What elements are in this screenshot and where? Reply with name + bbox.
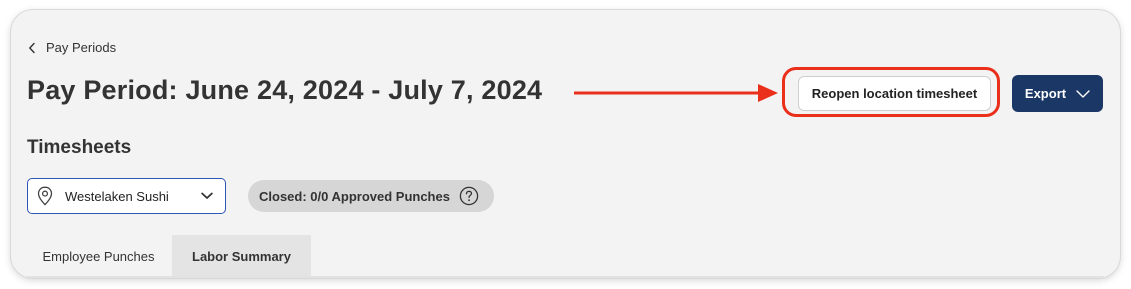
arrow-right-icon [574,84,778,102]
chevron-left-icon [29,42,35,53]
back-link-label: Pay Periods [46,40,117,55]
location-select-value: Westelaken Sushi [65,188,169,204]
reopen-button-label: Reopen location timesheet [811,86,978,101]
status-badge: Closed: 0/0 Approved Punches [248,180,494,212]
chevron-down-icon [1076,89,1090,98]
location-select[interactable]: Westelaken Sushi [27,178,226,214]
page-title: Pay Period: June 24, 2024 - July 7, 2024 [27,75,543,105]
reopen-location-timesheet-button[interactable]: Reopen location timesheet [798,76,991,111]
tab-labor-summary[interactable]: Labor Summary [172,235,311,278]
chevron-down-icon [201,192,213,199]
map-pin-icon [37,186,53,206]
export-button[interactable]: Export [1012,75,1103,112]
tab-bar: Employee Punches Labor Summary [27,235,311,278]
timesheets-heading: Timesheets [27,137,132,158]
tab-employee-punches[interactable]: Employee Punches [27,235,172,278]
tab-divider [27,276,1104,278]
back-to-pay-periods-link[interactable]: Pay Periods [28,40,116,55]
export-button-label: Export [1024,86,1067,101]
status-badge-text: Closed: 0/0 Approved Punches [259,188,450,204]
pay-period-card: Pay Periods Pay Period: June 24, 2024 - … [11,10,1120,278]
question-circle-icon[interactable] [459,186,479,206]
